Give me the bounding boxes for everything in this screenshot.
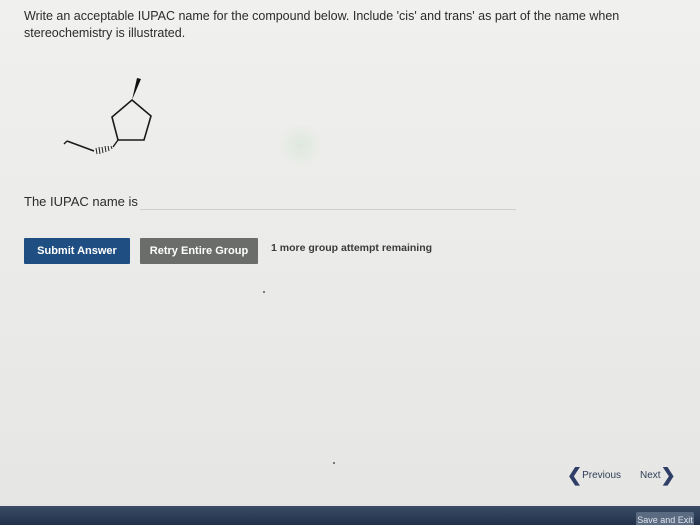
footer-bar [0,506,700,525]
next-link[interactable]: Next ❯ [640,465,676,485]
dust-speck [333,462,335,464]
molecule-structure [63,78,152,155]
iupac-name-input[interactable] [140,190,516,210]
previous-link[interactable]: ❮ Previous [567,465,621,485]
screen-smudge [278,125,324,165]
wedge-bond-methyl [132,78,141,100]
page: Write an acceptable IUPAC name for the c… [0,0,700,525]
retry-entire-group-button[interactable]: Retry Entire Group [140,238,258,264]
ethyl-terminal-bond [63,140,68,145]
ethyl-chain-bond [66,140,95,152]
ring-to-hash-bond [112,139,119,148]
attempts-remaining-text: 1 more group attempt remaining [271,242,433,254]
dust-speck [263,291,265,293]
save-and-exit-button[interactable]: Save and Exit [636,512,694,525]
answer-label: The IUPAC name is [24,194,138,209]
hashed-wedge-bond-ethyl [95,145,113,155]
question-text: Write an acceptable IUPAC name for the c… [24,9,620,40]
chevron-right-icon: ❯ [660,465,676,485]
next-label: Next [640,469,661,481]
cyclopentane-ring [111,98,152,141]
question-panel: Write an acceptable IUPAC name for the c… [0,0,700,504]
previous-label: Previous [582,469,621,481]
submit-answer-button[interactable]: Submit Answer [24,238,130,264]
chevron-left-icon: ❮ [567,465,583,485]
